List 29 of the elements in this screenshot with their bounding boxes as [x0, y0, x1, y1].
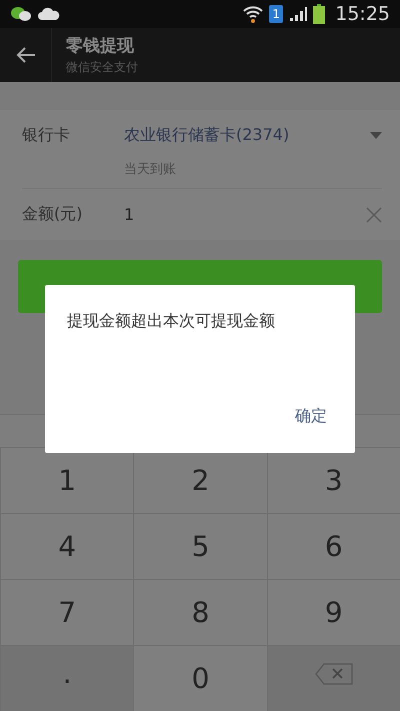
keypad-key[interactable]: 3 — [266, 447, 400, 513]
back-arrow-icon — [16, 47, 36, 63]
battery-icon — [313, 4, 326, 24]
amount-field[interactable]: 1 — [124, 205, 366, 224]
keypad-key[interactable]: . — [0, 645, 134, 711]
cloud-icon — [38, 7, 60, 21]
backspace-icon — [314, 662, 354, 686]
keypad-key[interactable]: 4 — [0, 513, 134, 579]
keypad-key[interactable]: 5 — [133, 513, 267, 579]
dialog-message: 提现金额超出本次可提现金额 — [67, 311, 276, 332]
page-subtitle: 微信安全支付 — [66, 59, 138, 76]
keypad-key[interactable]: 7 — [0, 579, 134, 645]
keypad-key[interactable]: 6 — [266, 513, 400, 579]
keypad-key[interactable]: 0 — [133, 645, 267, 711]
keypad-key[interactable]: 9 — [266, 579, 400, 645]
clear-icon — [366, 206, 382, 222]
keypad-key[interactable]: 8 — [133, 579, 267, 645]
field-label: 金额(元) — [22, 204, 84, 225]
page-title: 零钱提现 — [66, 35, 135, 57]
signal-icon — [289, 6, 308, 22]
sim-badge: 1 — [269, 5, 284, 23]
clock-time: 15:25 — [335, 3, 390, 25]
ok-button[interactable]: 确定 — [289, 402, 333, 431]
keypad-key[interactable]: 1 — [0, 447, 134, 513]
chat-bubbles-icon — [10, 6, 32, 22]
field-label: 银行卡 — [22, 124, 71, 146]
bank-card-select[interactable]: 农业银行储蓄卡(2374) — [124, 124, 370, 146]
dropdown-caret-icon — [370, 132, 382, 138]
wifi-icon — [243, 4, 264, 24]
